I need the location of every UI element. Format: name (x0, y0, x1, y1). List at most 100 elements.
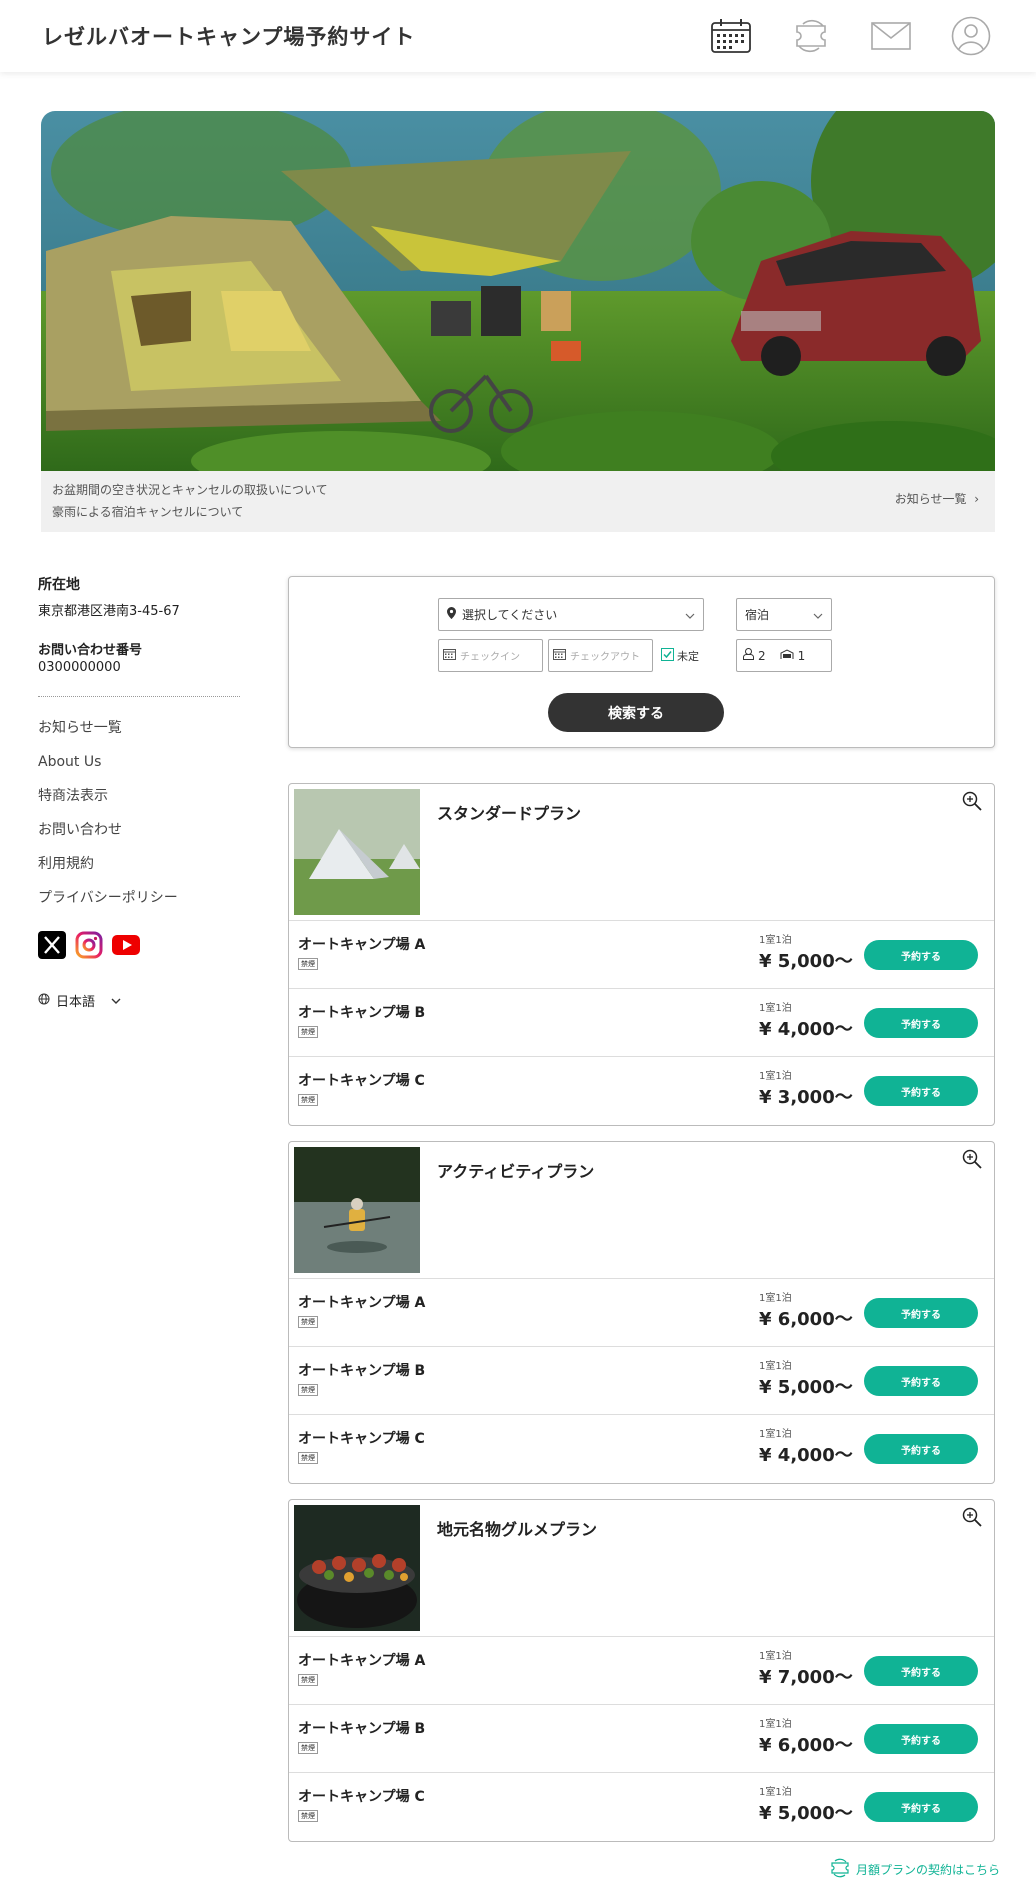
no-smoking-badge: 禁煙 (298, 1810, 318, 1822)
checkin-input[interactable]: チェックイン (438, 639, 543, 672)
guests-selector[interactable]: 2 1 (736, 639, 832, 672)
news-item[interactable]: お盆期間の空き状況とキャンセルの取扱いについて (52, 479, 984, 501)
price: ¥ 4,000〜 (759, 1019, 853, 1040)
zoom-in-icon[interactable] (962, 791, 982, 815)
price-unit: 1室1泊 (759, 1003, 792, 1014)
calendar-icon (443, 648, 456, 663)
news-item[interactable]: 豪雨による宿泊キャンセルについて (52, 501, 984, 523)
plan-row: オートキャンプ場 A 禁煙 1室1泊 ¥ 7,000〜 予約する (289, 1637, 994, 1705)
book-button[interactable]: 予約する (864, 1076, 978, 1106)
undecided-checkbox[interactable]: 未定 (661, 648, 699, 664)
book-button[interactable]: 予約する (864, 940, 978, 970)
sidebar-link-legal[interactable]: 特商法表示 (38, 787, 240, 821)
price-unit: 1室1泊 (759, 1787, 792, 1798)
chevron-down-icon (685, 608, 695, 622)
no-smoking-badge: 禁煙 (298, 1384, 318, 1396)
stay-type-select[interactable]: 宿泊 (736, 598, 832, 631)
sidebar-link-news[interactable]: お知らせ一覧 (38, 719, 240, 753)
site-name: オートキャンプ場 A (298, 1295, 426, 1311)
search-button[interactable]: 検索する (548, 693, 724, 732)
price: ¥ 4,000〜 (759, 1445, 853, 1466)
site-name: オートキャンプ場 A (298, 1653, 426, 1669)
chevron-down-icon (813, 608, 823, 622)
price: ¥ 5,000〜 (759, 951, 853, 972)
price-unit: 1室1泊 (759, 1361, 792, 1372)
sidebar-link-about[interactable]: About Us (38, 753, 240, 787)
book-button[interactable]: 予約する (864, 1008, 978, 1038)
book-button[interactable]: 予約する (864, 1298, 978, 1328)
plan-name: 地元名物グルメプラン (437, 1520, 598, 1539)
instagram-icon[interactable] (75, 931, 103, 963)
user-icon[interactable] (948, 13, 994, 59)
site-name: オートキャンプ場 C (298, 1789, 425, 1805)
language-selector[interactable]: 日本語 (38, 991, 240, 1010)
map-pin-icon (447, 607, 456, 622)
header-icon-bar (708, 13, 994, 59)
site-name: オートキャンプ場 B (298, 1721, 426, 1737)
plan-row: オートキャンプ場 B 禁煙 1室1泊 ¥ 5,000〜 予約する (289, 1347, 994, 1415)
site-name: オートキャンプ場 A (298, 937, 426, 953)
news-all-link[interactable]: お知らせ一覧 › (895, 490, 979, 507)
plan-thumbnail-kayak[interactable] (294, 1147, 420, 1273)
youtube-icon[interactable] (112, 935, 140, 959)
plan-card-activity: アクティビティプラン オートキャンプ場 A 禁煙 1室1泊 ¥ 6,000〜 予… (288, 1141, 995, 1484)
plan-row: オートキャンプ場 B 禁煙 1室1泊 ¥ 6,000〜 予約する (289, 1705, 994, 1773)
refresh-ticket-icon[interactable] (788, 13, 834, 59)
no-smoking-badge: 禁煙 (298, 958, 318, 970)
no-smoking-badge: 禁煙 (298, 1316, 318, 1328)
plan-row: オートキャンプ場 B 禁煙 1室1泊 ¥ 4,000〜 予約する (289, 989, 994, 1057)
monthly-plan-link[interactable]: 月額プランの契約はこちら (829, 1858, 1000, 1881)
x-logo-icon[interactable] (38, 931, 66, 963)
plan-row: オートキャンプ場 C 禁煙 1室1泊 ¥ 5,000〜 予約する (289, 1773, 994, 1841)
book-button[interactable]: 予約する (864, 1792, 978, 1822)
chevron-right-icon: › (970, 492, 979, 506)
checkout-placeholder: チェックアウト (570, 652, 640, 663)
mail-icon[interactable] (868, 13, 914, 59)
plan-row: オートキャンプ場 C 禁煙 1室1泊 ¥ 3,000〜 予約する (289, 1057, 994, 1125)
sidebar-link-terms[interactable]: 利用規約 (38, 855, 240, 889)
book-button[interactable]: 予約する (864, 1656, 978, 1686)
checkin-placeholder: チェックイン (460, 652, 520, 663)
phone-value: 0300000000 (38, 660, 121, 675)
site-name: オートキャンプ場 C (298, 1073, 425, 1089)
price-unit: 1室1泊 (759, 1651, 792, 1662)
plan-row: オートキャンプ場 A 禁煙 1室1泊 ¥ 5,000〜 予約する (289, 921, 994, 989)
news-all-label: お知らせ一覧 (894, 492, 967, 506)
monthly-plan-label: 月額プランの契約はこちら (855, 1863, 1000, 1877)
phone-label: お問い合わせ番号 (38, 643, 143, 658)
calendar-icon[interactable] (708, 13, 754, 59)
book-button[interactable]: 予約する (864, 1434, 978, 1464)
book-button[interactable]: 予約する (864, 1724, 978, 1754)
plan-row: オートキャンプ場 C 禁煙 1室1泊 ¥ 4,000〜 予約する (289, 1415, 994, 1483)
checkout-input[interactable]: チェックアウト (548, 639, 653, 672)
site-name: オートキャンプ場 B (298, 1005, 426, 1021)
plan-thumbnail-tent[interactable] (294, 789, 420, 915)
sidebar-link-contact[interactable]: お問い合わせ (38, 821, 240, 855)
person-icon (743, 648, 754, 663)
site-name: オートキャンプ場 C (298, 1431, 425, 1447)
price: ¥ 7,000〜 (759, 1667, 853, 1688)
news-bar: お盆期間の空き状況とキャンセルの取扱いについて 豪雨による宿泊キャンセルについて… (41, 471, 995, 532)
zoom-in-icon[interactable] (962, 1507, 982, 1531)
undecided-label: 未定 (677, 650, 699, 663)
price: ¥ 3,000〜 (759, 1087, 853, 1108)
price-unit: 1室1泊 (759, 1429, 792, 1440)
location-select[interactable]: 選択してください (438, 598, 704, 631)
zoom-in-icon[interactable] (962, 1149, 982, 1173)
plan-name: スタンダードプラン (437, 804, 582, 823)
bed-icon (780, 648, 794, 663)
price: ¥ 5,000〜 (759, 1803, 853, 1824)
book-button[interactable]: 予約する (864, 1366, 978, 1396)
no-smoking-badge: 禁煙 (298, 1674, 318, 1686)
search-panel: 選択してください 宿泊 チェックイン チェックアウト 未定 2 1 検索する (288, 576, 995, 748)
refresh-ticket-icon (829, 1858, 851, 1881)
no-smoking-badge: 禁煙 (298, 1094, 318, 1106)
site-title[interactable]: レゼルバオートキャンプ場予約サイト (42, 21, 415, 51)
price-unit: 1室1泊 (759, 1071, 792, 1082)
plan-thumbnail-bbq[interactable] (294, 1505, 420, 1631)
sidebar-link-privacy[interactable]: プライバシーポリシー (38, 889, 240, 923)
no-smoking-badge: 禁煙 (298, 1452, 318, 1464)
location-placeholder: 選択してください (462, 608, 558, 622)
no-smoking-badge: 禁煙 (298, 1026, 318, 1038)
sidebar: 所在地 東京都港区港南3-45-67 お問い合わせ番号 0300000000 お… (38, 574, 240, 1010)
